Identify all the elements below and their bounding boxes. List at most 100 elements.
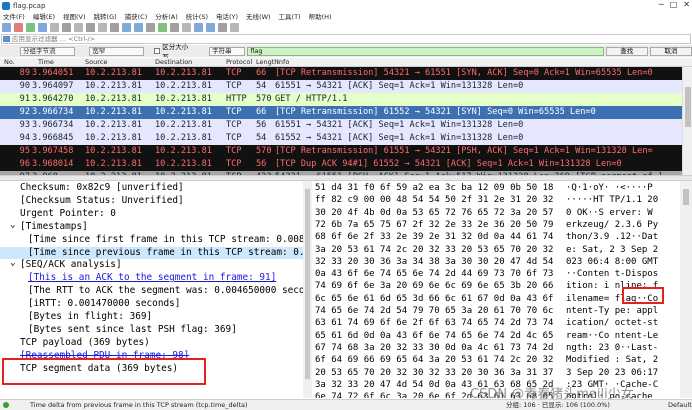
toolbar-button[interactable] (14, 22, 23, 32)
column-length[interactable]: Length (256, 58, 278, 66)
packet-cell-info: [TCP Dup ACK 94#1] 61552 → 54321 [ACK] S… (275, 159, 622, 169)
bytes-row[interactable]: 32 33 20 30 36 3a 34 38 3a 30 30 20 47 4… (313, 256, 679, 268)
packet-cell-no: 90 (19, 81, 30, 91)
packet-row[interactable]: 91 3.964270 10.2.213.81 10.2.213.81 HTTP 570 G… (0, 93, 682, 106)
expand-arrow-icon[interactable]: ⌄ (10, 259, 16, 270)
column-no[interactable]: No. (4, 58, 15, 66)
toolbar-button[interactable] (98, 22, 107, 32)
detail-row[interactable]: [Bytes sent since last PSH flag: 369] (0, 324, 303, 337)
toolbar-button[interactable] (134, 22, 143, 32)
maximize-icon[interactable]: □ (670, 0, 678, 9)
close-icon[interactable]: ✕ (683, 0, 690, 9)
scrollbar-thumb[interactable] (305, 189, 310, 379)
toolbar-button[interactable] (26, 22, 35, 32)
bytes-row[interactable]: 6f 64 69 66 69 65 64 3a 20 53 61 74 2c 2… (313, 354, 679, 366)
menu-item[interactable]: 视图(V) (63, 11, 86, 21)
packet-row[interactable]: 93 3.966734 10.2.213.81 10.2.213.81 TCP 56 615… (0, 119, 682, 132)
bytes-scrollbar[interactable] (680, 181, 692, 398)
menu-item[interactable]: 统计(S) (186, 11, 208, 21)
column-protocol[interactable]: Protocol (226, 58, 252, 66)
find-button[interactable]: 查找 (605, 46, 648, 56)
bytes-row[interactable]: 67 74 68 3a 20 32 33 30 0d 0a 4c 61 73 7… (313, 342, 679, 354)
menu-item[interactable]: 文件(F) (3, 11, 25, 21)
packet-cell-len: 54 (256, 81, 267, 91)
menu-item[interactable]: 无线(W) (246, 11, 271, 21)
bytes-row[interactable]: 30 20 4f 4b 0d 0a 53 65 72 76 65 72 3a 2… (313, 207, 679, 219)
detail-row[interactable]: [Time since previous frame in this TCP s… (0, 246, 303, 260)
toolbar-button[interactable] (2, 22, 11, 32)
column-source[interactable]: Source (85, 58, 107, 66)
cancel-button[interactable]: 取消 (649, 46, 692, 56)
status-profile[interactable]: Default (668, 400, 692, 410)
detail-row[interactable]: TCP payload (369 bytes) (0, 337, 303, 350)
bytes-row[interactable]: 20 53 65 70 20 32 30 32 33 20 30 36 3a 3… (313, 367, 679, 379)
bytes-hex: 65 61 6d 0d 0a 43 6f 6e 74 65 6e 74 2d 4… (315, 330, 554, 341)
column-info[interactable]: Info (277, 58, 289, 66)
packet-list-scrollbar[interactable] (682, 67, 692, 175)
toolbar-button[interactable] (158, 22, 167, 32)
bytes-row[interactable]: 72 6b 7a 65 75 67 2f 32 2e 33 2e 36 20 5… (313, 219, 679, 231)
bytes-row[interactable]: ff 82 c9 00 00 48 54 54 50 2f 31 2e 31 2… (313, 194, 679, 206)
menu-item[interactable]: 捕获(C) (125, 11, 148, 21)
minimize-icon[interactable]: ─ (659, 0, 664, 9)
packet-row[interactable]: 89 3.964051 10.2.213.81 10.2.213.81 TCP 66 [TC… (0, 67, 682, 80)
toolbar-button[interactable] (206, 22, 215, 32)
search-input[interactable]: flag (247, 46, 604, 56)
bytes-row[interactable]: 74 65 6e 74 2d 54 79 70 65 3a 20 61 70 7… (313, 305, 679, 317)
menu-item[interactable]: 跳转(G) (94, 11, 117, 21)
menu-item[interactable]: 帮助(H) (309, 11, 332, 21)
menu-item[interactable]: 分析(A) (155, 11, 178, 21)
scrollbar-thumb[interactable] (685, 87, 691, 127)
toolbar-button[interactable] (110, 22, 119, 32)
detail-row[interactable]: ⌄ [SEQ/ACK analysis] (0, 259, 303, 272)
menu-item[interactable]: 工具(T) (279, 11, 301, 21)
toolbar-button[interactable] (122, 22, 131, 32)
detail-row[interactable]: [Time since first frame in this TCP stre… (0, 234, 303, 247)
detail-row[interactable]: [iRTT: 0.001470000 seconds] (0, 298, 303, 311)
detail-row[interactable]: Checksum: 0x82c9 [unverified] (0, 182, 303, 195)
packet-cell-no: 93 (19, 120, 30, 130)
toolbar-button[interactable] (74, 22, 83, 32)
expand-arrow-icon[interactable]: ⌄ (10, 221, 16, 232)
toolbar-button[interactable] (218, 22, 227, 32)
toolbar-button[interactable] (170, 22, 179, 32)
packet-row[interactable]: 92 3.966734 10.2.213.81 10.2.213.81 TCP 66 [TC… (0, 106, 682, 119)
status-dot-icon[interactable] (3, 402, 9, 408)
toolbar-button[interactable] (182, 22, 191, 32)
packet-row[interactable]: 96 3.968014 10.2.213.81 10.2.213.81 TCP 56 [TC… (0, 158, 682, 171)
detail-row[interactable]: Urgent Pointer: 0 (0, 208, 303, 221)
packet-row[interactable]: 90 3.964097 10.2.213.81 10.2.213.81 TCP 54 615… (0, 80, 682, 93)
packet-row[interactable]: 94 3.966845 10.2.213.81 10.2.213.81 TCP 54 615… (0, 132, 682, 145)
scrollbar-thumb[interactable] (683, 189, 689, 205)
bytes-row[interactable]: 51 d4 31 f0 6f 59 a2 ea 3c ba 12 09 0b 5… (313, 182, 679, 194)
detail-row[interactable]: [The RTT to ACK the segment was: 0.00465… (0, 285, 303, 298)
menu-item[interactable]: 编辑(E) (33, 11, 55, 21)
search-charset-select[interactable]: 宽窄 (89, 46, 145, 56)
bytes-row[interactable]: 65 61 6d 0d 0a 43 6f 6e 74 65 6e 74 2d 4… (313, 330, 679, 342)
toolbar-button[interactable] (62, 22, 71, 32)
detail-row[interactable]: [Checksum Status: Unverified] (0, 195, 303, 208)
toolbar-button[interactable] (38, 22, 47, 32)
toolbar-button[interactable] (50, 22, 59, 32)
column-destination[interactable]: Destination (155, 58, 192, 66)
details-scrollbar[interactable] (303, 181, 312, 398)
display-filter-input[interactable]: 应用显示过滤器 … <Ctrl-/> (1, 34, 691, 44)
detail-row[interactable]: [This is an ACK to the segment in frame:… (0, 272, 303, 285)
toolbar-button[interactable] (194, 22, 203, 32)
bytes-row[interactable]: 68 6f 6e 2f 33 2e 39 2e 31 32 0d 0a 44 6… (313, 231, 679, 243)
menu-item[interactable]: 电话(Y) (216, 11, 238, 21)
column-time[interactable]: Time (38, 58, 54, 66)
bookmark-icon[interactable] (3, 36, 10, 42)
detail-row[interactable]: [Bytes in flight: 369] (0, 311, 303, 324)
case-sensitive-checkbox[interactable] (154, 48, 161, 54)
packet-row[interactable]: 95 3.967458 10.2.213.81 10.2.213.81 TCP 570 [T… (0, 145, 682, 158)
toolbar-button[interactable] (146, 22, 155, 32)
bytes-row[interactable]: 63 61 74 69 6f 6e 2f 6f 63 74 65 74 2d 7… (313, 317, 679, 329)
toolbar-button[interactable] (230, 22, 239, 32)
bytes-row[interactable]: 0a 43 6f 6e 74 65 6e 74 2d 44 69 73 70 6… (313, 268, 679, 280)
bytes-row[interactable]: 3a 20 53 61 74 2c 20 32 33 20 53 65 70 2… (313, 244, 679, 256)
detail-row[interactable]: ⌄ [Timestamps] (0, 221, 303, 234)
toolbar-button[interactable] (86, 22, 95, 32)
search-scope-select[interactable]: 分组字节流 (20, 46, 76, 56)
search-type-select[interactable]: 字符串 (209, 46, 246, 56)
